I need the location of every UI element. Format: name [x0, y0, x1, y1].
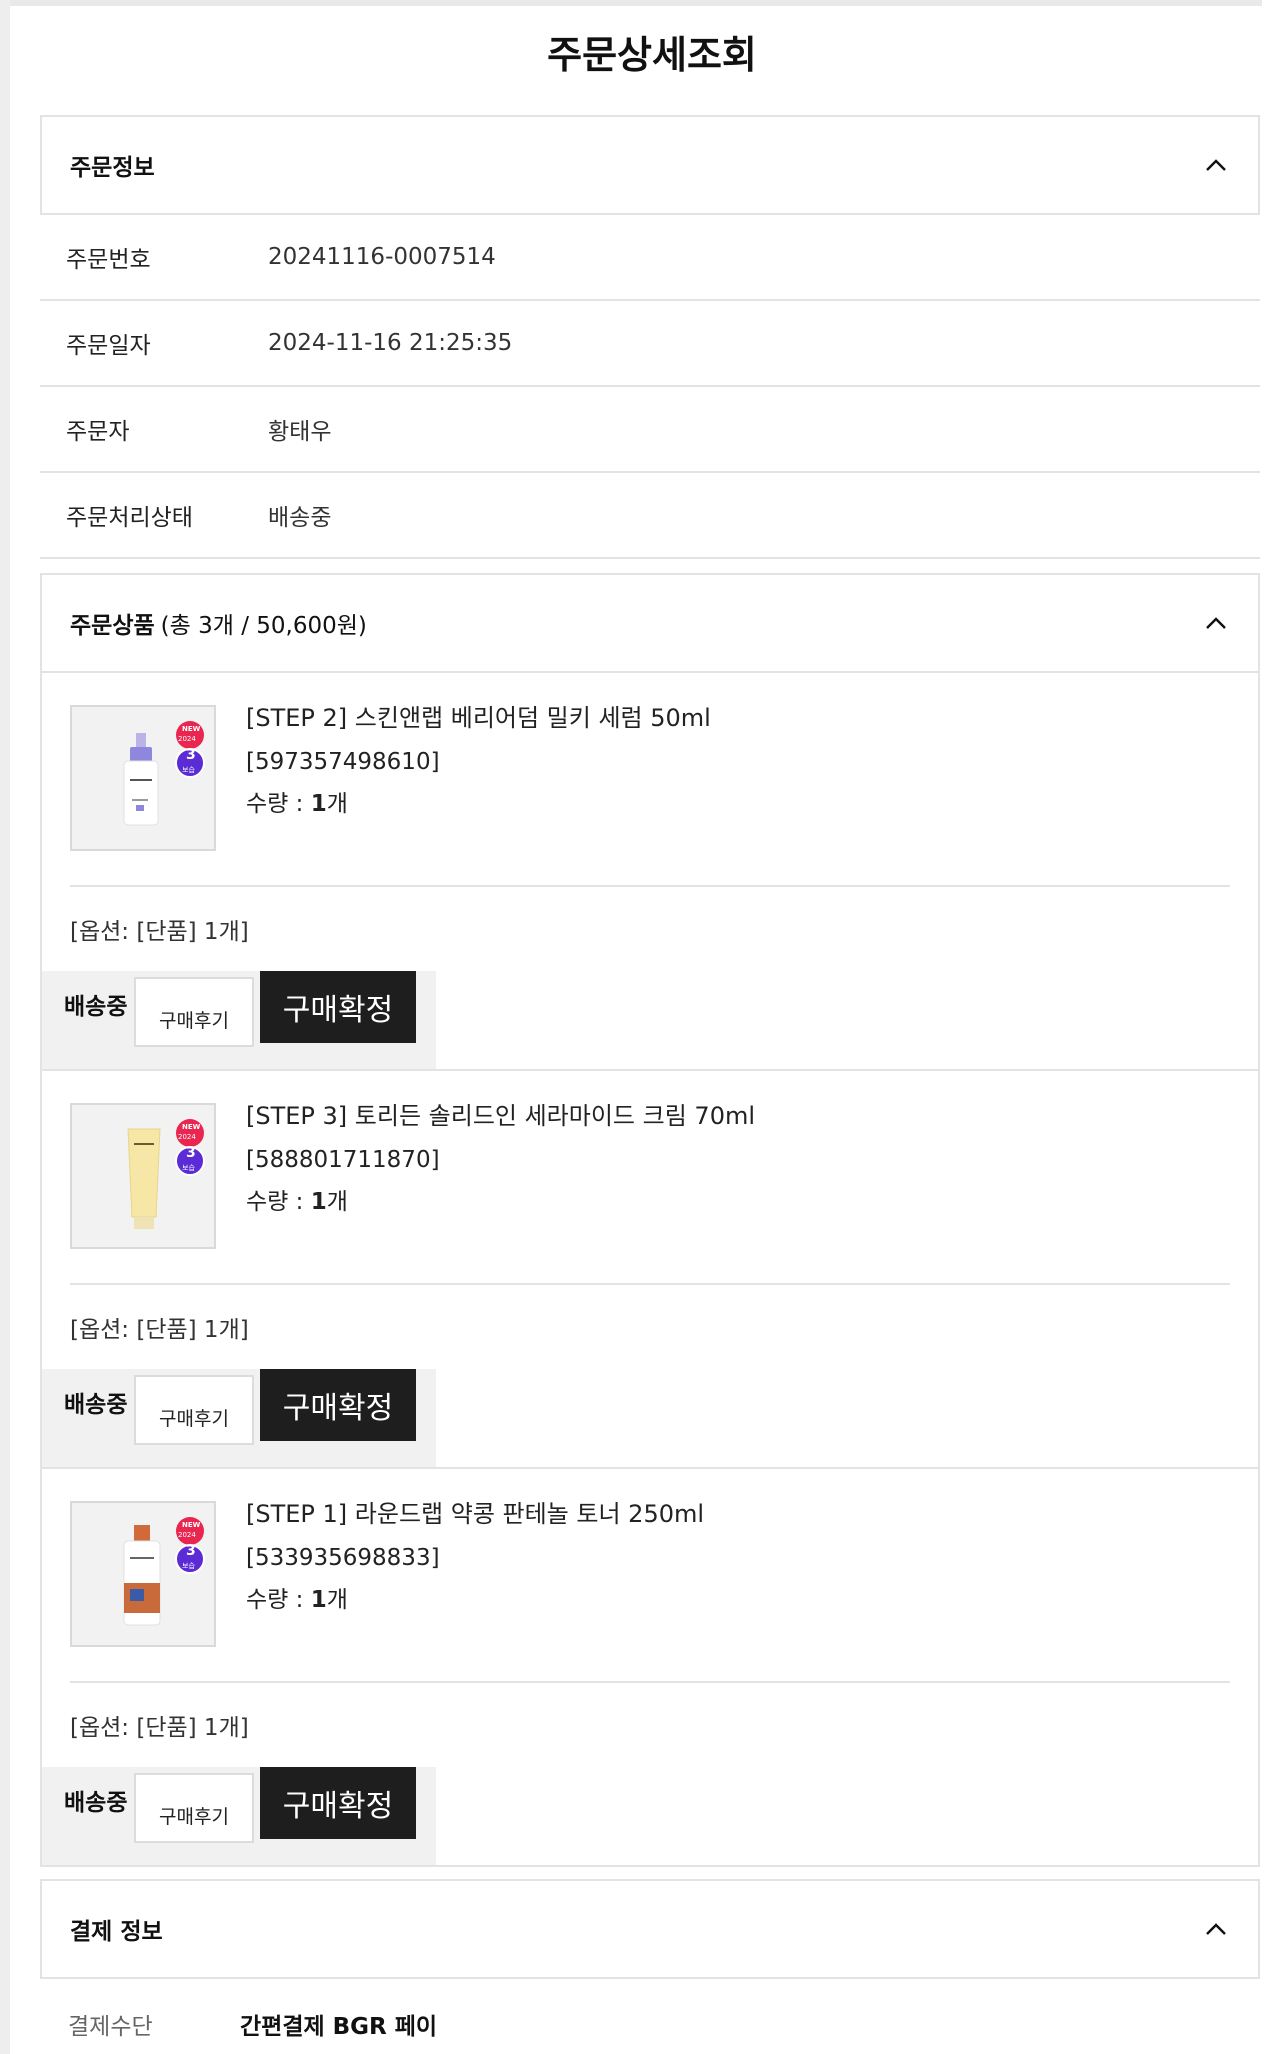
order-info-table: 주문번호 20241116-0007514 주문일자 2024-11-16 21…: [40, 215, 1260, 559]
payment-info-title: 결제 정보: [70, 1919, 163, 1945]
badge-new: NEW: [182, 1123, 201, 1131]
write-review-button[interactable]: 구매후기: [134, 1773, 254, 1843]
badge-year: 2024: [178, 1531, 196, 1539]
quantity-label: 수량 :: [246, 1587, 311, 1613]
chevron-up-icon[interactable]: [1204, 153, 1228, 177]
product-thumbnail[interactable]: NEW 2024 3 보습: [70, 1501, 216, 1647]
order-info-header[interactable]: 주문정보: [40, 115, 1260, 215]
confirm-purchase-button[interactable]: 구매확정: [260, 1767, 416, 1839]
order-items-header[interactable]: 주문상품 (총 3개 / 50,600원): [40, 573, 1260, 673]
product-code: [588801711870]: [246, 1147, 440, 1173]
item-action-bar: 배송중 구매후기 구매확정: [42, 971, 436, 1069]
quantity-value: 1: [310, 1587, 327, 1613]
order-date-value: 2024-11-16 21:25:35: [268, 330, 513, 356]
shipping-status: 배송중: [64, 994, 128, 1020]
chevron-up-icon[interactable]: [1204, 611, 1228, 635]
quantity-label: 수량 :: [246, 1189, 311, 1215]
payment-method-value: 간편결제 BGR 페이: [240, 2014, 438, 2040]
order-item: NEW 2024 3 보습 [STEP 3] 토리든 솔리드인 세라마이드 크림…: [40, 1071, 1260, 1469]
badge-number: 3: [186, 1543, 196, 1559]
orderer-value: 황태우: [268, 419, 332, 445]
item-action-bar: 배송중 구매후기 구매확정: [42, 1767, 436, 1865]
badge-number: 3: [186, 747, 196, 763]
orderer-row: 주문자 황태우: [40, 387, 1260, 473]
product-quantity: 수량 : 1개: [246, 1185, 755, 1219]
order-item: NEW 2024 3 보습 [STEP 1] 라운드랩 약콩 판테놀 토너 25…: [40, 1469, 1260, 1867]
quantity-unit: 개: [326, 791, 348, 817]
badge-sub: 보습: [182, 1562, 195, 1570]
badge-new: NEW: [182, 1521, 201, 1529]
order-items-title: 주문상품: [70, 613, 155, 639]
badge-year: 2024: [178, 1133, 196, 1141]
product-code: [533935698833]: [246, 1545, 440, 1571]
order-date-row: 주문일자 2024-11-16 21:25:35: [40, 301, 1260, 387]
orderer-label: 주문자: [66, 419, 130, 445]
product-name[interactable]: [STEP 1] 라운드랩 약콩 판테놀 토너 250ml: [246, 1497, 704, 1531]
right-rail: [1262, 0, 1276, 2054]
left-rail: [0, 0, 10, 2054]
product-option: [옵션: [단품] 1개]: [70, 919, 249, 945]
product-code: [597357498610]: [246, 749, 440, 775]
payment-method-row: 결제수단 간편결제 BGR 페이: [40, 1979, 1260, 2054]
quantity-unit: 개: [326, 1587, 348, 1613]
confirm-purchase-button[interactable]: 구매확정: [260, 1369, 416, 1441]
write-review-button[interactable]: 구매후기: [134, 1375, 254, 1445]
order-info-title: 주문정보: [70, 155, 155, 181]
order-item: NEW 2024 3 보습 [STEP 2] 스킨앤랩 베리어덤 밀키 세럼 5…: [40, 673, 1260, 1071]
confirm-purchase-button[interactable]: 구매확정: [260, 971, 416, 1043]
order-detail-page: 주문상세조회 주문정보 주문번호 20241116-0007514 주문일자 2…: [40, 0, 1260, 2054]
order-items-summary: (총 3개 / 50,600원): [160, 613, 367, 639]
quantity-label: 수량 :: [246, 791, 311, 817]
product-option: [옵션: [단품] 1개]: [70, 1715, 249, 1741]
product-thumbnail[interactable]: NEW 2024 3 보습: [70, 1103, 216, 1249]
order-status-value: 배송중: [268, 505, 332, 531]
order-date-label: 주문일자: [66, 333, 151, 359]
payment-method-label: 결제수단: [68, 2014, 153, 2040]
chevron-up-icon[interactable]: [1204, 1917, 1228, 1941]
product-option: [옵션: [단품] 1개]: [70, 1317, 249, 1343]
payment-info-header[interactable]: 결제 정보: [40, 1879, 1260, 1979]
order-number-label: 주문번호: [66, 247, 151, 273]
quantity-value: 1: [310, 1189, 327, 1215]
order-number-row: 주문번호 20241116-0007514: [40, 215, 1260, 301]
badge-sub: 보습: [182, 766, 195, 774]
quantity-value: 1: [310, 791, 327, 817]
badge-sub: 보습: [182, 1164, 195, 1172]
product-thumbnail[interactable]: NEW 2024 3 보습: [70, 705, 216, 851]
product-quantity: 수량 : 1개: [246, 787, 711, 821]
shipping-status: 배송중: [64, 1392, 128, 1418]
product-quantity: 수량 : 1개: [246, 1583, 704, 1617]
quantity-unit: 개: [326, 1189, 348, 1215]
item-action-bar: 배송중 구매후기 구매확정: [42, 1369, 436, 1467]
badge-number: 3: [186, 1145, 196, 1161]
product-name[interactable]: [STEP 3] 토리든 솔리드인 세라마이드 크림 70ml: [246, 1099, 755, 1133]
write-review-button[interactable]: 구매후기: [134, 977, 254, 1047]
order-status-label: 주문처리상태: [66, 505, 193, 531]
badge-year: 2024: [178, 735, 196, 743]
product-name[interactable]: [STEP 2] 스킨앤랩 베리어덤 밀키 세럼 50ml: [246, 701, 711, 735]
page-title: 주문상세조회: [547, 33, 757, 77]
shipping-status: 배송중: [64, 1790, 128, 1816]
badge-new: NEW: [182, 725, 201, 733]
order-status-row: 주문처리상태 배송중: [40, 473, 1260, 559]
order-number-value: 20241116-0007514: [268, 244, 496, 270]
